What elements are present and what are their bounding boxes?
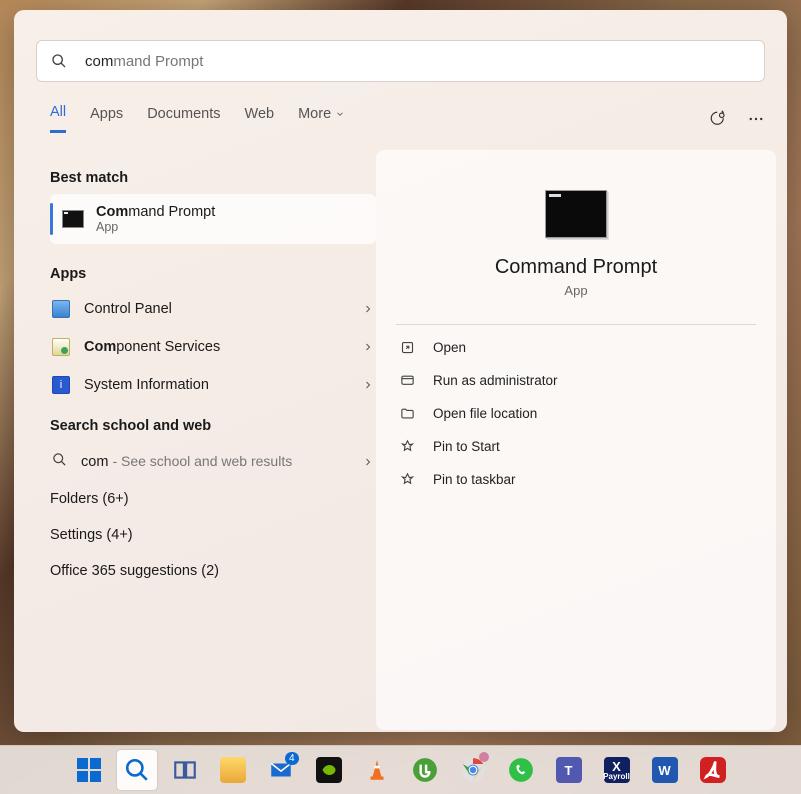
search-icon <box>52 452 67 471</box>
chevron-right-icon <box>362 341 374 353</box>
best-match-subtitle: App <box>96 220 215 234</box>
tab-documents[interactable]: Documents <box>147 106 220 132</box>
filter-tabs: All Apps Documents Web More <box>50 104 765 133</box>
action-pin-taskbar[interactable]: Pin to taskbar <box>396 463 756 496</box>
section-office365[interactable]: Office 365 suggestions (2) <box>50 553 376 589</box>
vlc-icon <box>364 757 390 783</box>
search-icon <box>51 53 67 69</box>
results-column: Best match Command Prompt App Apps Contr… <box>50 160 376 589</box>
sync-account-icon[interactable] <box>709 110 727 128</box>
teams-button[interactable]: T <box>549 750 589 790</box>
vlc-button[interactable] <box>357 750 397 790</box>
chevron-right-icon <box>362 303 374 315</box>
pin-icon <box>400 472 415 487</box>
action-open[interactable]: Open <box>396 331 756 364</box>
section-folders[interactable]: Folders (6+) <box>50 481 376 517</box>
tab-apps[interactable]: Apps <box>90 106 123 132</box>
tab-all[interactable]: All <box>50 104 66 133</box>
profile-badge-icon <box>479 752 489 762</box>
search-bar[interactable]: command Prompt <box>36 40 765 82</box>
section-settings[interactable]: Settings (4+) <box>50 517 376 553</box>
mail-button[interactable]: 4 <box>261 750 301 790</box>
utorrent-icon <box>412 757 438 783</box>
shield-icon <box>400 373 415 388</box>
chrome-button[interactable] <box>453 750 493 790</box>
chevron-right-icon <box>362 379 374 391</box>
best-match-result[interactable]: Command Prompt App <box>50 194 376 244</box>
pin-icon <box>400 439 415 454</box>
command-prompt-icon <box>545 190 607 238</box>
app-result-system-information[interactable]: i System Information <box>50 366 376 404</box>
section-apps: Apps <box>50 266 376 282</box>
taskbar: 4 T XPayroll W <box>0 745 801 794</box>
section-best-match: Best match <box>50 170 376 186</box>
start-button[interactable] <box>69 750 109 790</box>
action-run-admin[interactable]: Run as administrator <box>396 364 756 397</box>
word-icon: W <box>652 757 678 783</box>
file-explorer-button[interactable] <box>213 750 253 790</box>
whatsapp-button[interactable] <box>501 750 541 790</box>
start-search-panel: command Prompt All Apps Documents Web Mo… <box>14 10 787 732</box>
detail-pane: Command Prompt App Open Run as administr… <box>376 150 776 730</box>
section-search-web: Search school and web <box>50 418 376 434</box>
folder-icon <box>400 406 415 421</box>
word-button[interactable]: W <box>645 750 685 790</box>
component-services-icon <box>52 338 70 356</box>
tab-web[interactable]: Web <box>245 106 275 132</box>
nvidia-button[interactable] <box>309 750 349 790</box>
detail-subtitle: App <box>396 283 756 298</box>
nvidia-icon <box>316 757 342 783</box>
system-information-icon: i <box>52 376 70 394</box>
search-input[interactable] <box>77 53 750 70</box>
more-options-icon[interactable] <box>747 110 765 128</box>
app-result-component-services[interactable]: Component Services <box>50 328 376 366</box>
action-pin-start[interactable]: Pin to Start <box>396 430 756 463</box>
divider <box>396 324 756 325</box>
acrobat-button[interactable] <box>693 750 733 790</box>
detail-title: Command Prompt <box>396 256 756 279</box>
teams-icon: T <box>556 757 582 783</box>
chevron-down-icon <box>335 109 345 119</box>
payroll-button[interactable]: XPayroll <box>597 750 637 790</box>
tab-more[interactable]: More <box>298 106 345 132</box>
task-view-icon <box>172 757 198 783</box>
whatsapp-icon <box>508 757 534 783</box>
app-result-control-panel[interactable]: Control Panel <box>50 290 376 328</box>
search-icon <box>124 757 150 783</box>
task-view-button[interactable] <box>165 750 205 790</box>
open-icon <box>400 340 415 355</box>
utorrent-button[interactable] <box>405 750 445 790</box>
command-prompt-icon <box>62 210 84 228</box>
action-open-location[interactable]: Open file location <box>396 397 756 430</box>
taskbar-search-button[interactable] <box>117 750 157 790</box>
chevron-right-icon <box>362 456 374 468</box>
mail-badge: 4 <box>285 752 299 765</box>
windows-logo-icon <box>77 758 101 782</box>
best-match-title: Command Prompt <box>96 204 215 220</box>
folder-icon <box>220 757 246 783</box>
web-search-result[interactable]: com - See school and web results <box>50 442 376 481</box>
control-panel-icon <box>52 300 70 318</box>
payroll-icon: XPayroll <box>604 757 630 783</box>
acrobat-icon <box>700 757 726 783</box>
